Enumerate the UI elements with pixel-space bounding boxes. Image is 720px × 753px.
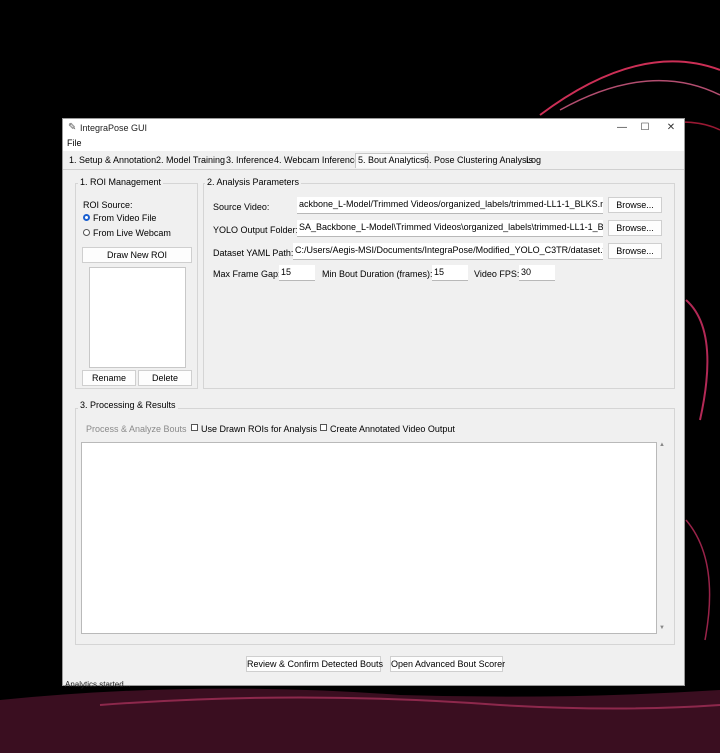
tab-inference[interactable]: 3. Inference: [226, 155, 274, 165]
tab-pose-clustering[interactable]: 6. Pose Clustering Analysis: [424, 155, 533, 165]
review-bouts-button[interactable]: Review & Confirm Detected Bouts: [246, 656, 383, 672]
delete-roi-button[interactable]: Delete: [138, 370, 192, 386]
yolo-output-input[interactable]: SA_Backbone_L-Model\Trimmed Videos\organ…: [297, 220, 603, 237]
roi-management-title: 1. ROI Management: [78, 177, 164, 187]
title-bar: ✎ IntegraPose GUI — ☐ ✕: [63, 119, 684, 137]
tab-bar: 1. Setup & Annotation 2. Model Training …: [63, 153, 684, 169]
app-window: ✎ IntegraPose GUI — ☐ ✕ File 1. Setup & …: [62, 118, 685, 689]
tab-model-training[interactable]: 2. Model Training: [156, 155, 225, 165]
scroll-down-arrow-icon[interactable]: ▼: [659, 625, 665, 631]
yolo-output-label: YOLO Output Folder:: [213, 225, 299, 235]
tab-bout-analytics[interactable]: 5. Bout Analytics: [355, 153, 428, 168]
min-bout-duration-input[interactable]: 15: [432, 265, 468, 281]
processing-results-title: 3. Processing & Results: [78, 400, 178, 410]
status-bar-text: Analytics started...: [65, 680, 131, 689]
use-rois-checkbox[interactable]: [191, 424, 198, 431]
menu-bar: File: [63, 137, 684, 151]
window-title: IntegraPose GUI: [80, 123, 148, 133]
min-bout-duration-label: Min Bout Duration (frames):: [322, 269, 433, 279]
minimize-button[interactable]: —: [615, 122, 629, 133]
dataset-yaml-input[interactable]: C:/Users/Aegis-MSI/Documents/IntegraPose…: [293, 243, 603, 260]
process-analyze-button[interactable]: Process & Analyze Bouts: [86, 424, 187, 434]
tab-webcam-inference[interactable]: 4. Webcam Inference: [274, 155, 359, 165]
dataset-yaml-label: Dataset YAML Path:: [213, 248, 294, 258]
draw-roi-button[interactable]: Draw New ROI: [82, 247, 192, 263]
source-video-input[interactable]: ackbone_L-Model/Trimmed Videos/organized…: [297, 197, 603, 214]
max-frame-gap-input[interactable]: 15: [279, 265, 315, 281]
video-fps-label: Video FPS:: [474, 269, 520, 279]
roi-source-label: ROI Source:: [83, 200, 133, 210]
annotated-video-label[interactable]: Create Annotated Video Output: [330, 424, 455, 434]
close-button[interactable]: ✕: [664, 122, 678, 133]
source-video-label: Source Video:: [213, 202, 270, 212]
source-video-browse-button[interactable]: Browse...: [608, 197, 662, 213]
roi-listbox[interactable]: [89, 267, 186, 368]
video-fps-input[interactable]: 30: [519, 265, 555, 281]
use-rois-label[interactable]: Use Drawn ROIs for Analysis: [201, 424, 317, 434]
yolo-output-browse-button[interactable]: Browse...: [608, 220, 662, 236]
maximize-button[interactable]: ☐: [638, 122, 652, 133]
max-frame-gap-label: Max Frame Gap:: [213, 269, 281, 279]
menu-file[interactable]: File: [67, 138, 82, 148]
tab-divider: [63, 169, 684, 170]
results-scrollbar[interactable]: ▲ ▼: [658, 442, 667, 634]
scroll-up-arrow-icon[interactable]: ▲: [659, 442, 665, 448]
radio-video-file-label[interactable]: From Video File: [93, 213, 156, 223]
tab-setup-annotation[interactable]: 1. Setup & Annotation: [69, 155, 156, 165]
feather-icon: ✎: [68, 122, 77, 133]
results-text-area[interactable]: [81, 442, 657, 634]
annotated-video-checkbox[interactable]: [320, 424, 327, 431]
radio-video-file[interactable]: [83, 214, 90, 221]
advanced-scorer-button[interactable]: Open Advanced Bout Scorer: [390, 656, 505, 672]
analysis-parameters-title: 2. Analysis Parameters: [205, 177, 302, 187]
radio-live-webcam[interactable]: [83, 229, 90, 236]
tab-log[interactable]: Log: [526, 155, 541, 165]
radio-live-webcam-label[interactable]: From Live Webcam: [93, 228, 171, 238]
rename-roi-button[interactable]: Rename: [82, 370, 136, 386]
dataset-yaml-browse-button[interactable]: Browse...: [608, 243, 662, 259]
